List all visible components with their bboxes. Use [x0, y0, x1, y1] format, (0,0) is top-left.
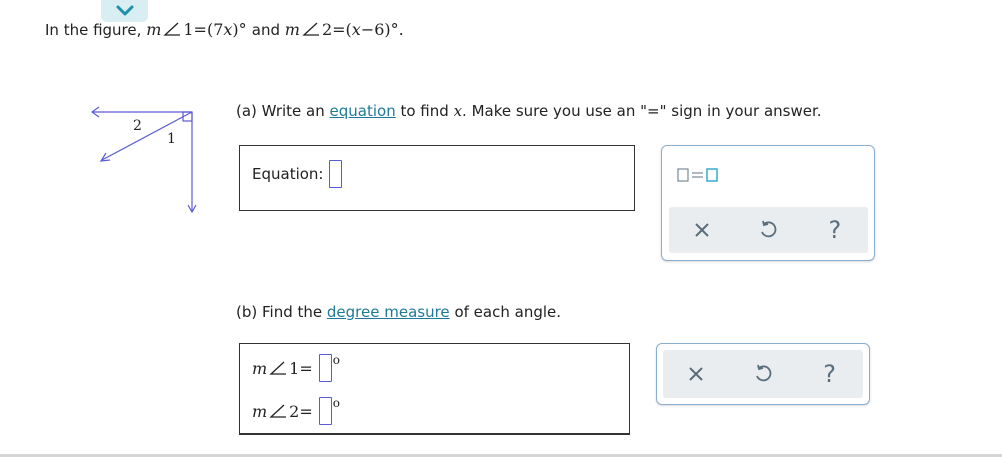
palette-toolbar-b: ? [663, 350, 863, 398]
problem-statement: In the figure, m 1=(7x)° and m 2=(x−6)°. [45, 20, 404, 39]
question-b: (b) Find the degree measure of each angl… [236, 303, 562, 321]
angle2-input[interactable] [318, 397, 332, 425]
angle-symbol-icon [163, 22, 181, 36]
math-palette-b: ? [656, 343, 870, 405]
angle1-input[interactable] [318, 354, 332, 382]
angle-figure: 2 1 [90, 106, 197, 214]
undo-button[interactable] [753, 215, 783, 245]
angle-symbol-icon [269, 404, 287, 418]
equation-label: Equation: [252, 165, 324, 183]
angle-symbol-icon [269, 361, 287, 375]
angle-label-1: 1 [167, 131, 176, 147]
chevron-down-icon [116, 5, 134, 16]
undo-icon [761, 220, 777, 238]
undo-button[interactable] [748, 359, 778, 389]
box-equals-box-icon[interactable] [677, 167, 719, 183]
answer-box-b: m 1 = o m 2 = o [239, 343, 630, 435]
degree-measure-link[interactable]: degree measure [327, 303, 450, 321]
undo-icon [756, 364, 772, 382]
angle2-row: m 2 = o [252, 396, 340, 425]
math-palette-a: ? [661, 145, 875, 261]
answer-box-a: Equation: [239, 145, 635, 211]
collapse-toggle[interactable] [101, 0, 148, 22]
clear-button[interactable] [681, 359, 711, 389]
x-icon [689, 367, 704, 381]
equation-input[interactable] [329, 160, 343, 188]
x-icon [695, 223, 709, 237]
help-button[interactable]: ? [815, 359, 845, 389]
equation-link[interactable]: equation [330, 102, 396, 120]
help-icon: ? [828, 216, 842, 244]
help-button[interactable]: ? [820, 215, 850, 245]
question-a: (a) Write an equation to find x. Make su… [236, 102, 822, 120]
palette-toolbar-a: ? [669, 207, 868, 253]
angle-symbol-icon [302, 22, 319, 36]
clear-button[interactable] [687, 215, 717, 245]
angle1-row: m 1 = o [252, 353, 340, 382]
angle-label-2: 2 [133, 118, 142, 134]
help-icon: ? [823, 360, 837, 388]
